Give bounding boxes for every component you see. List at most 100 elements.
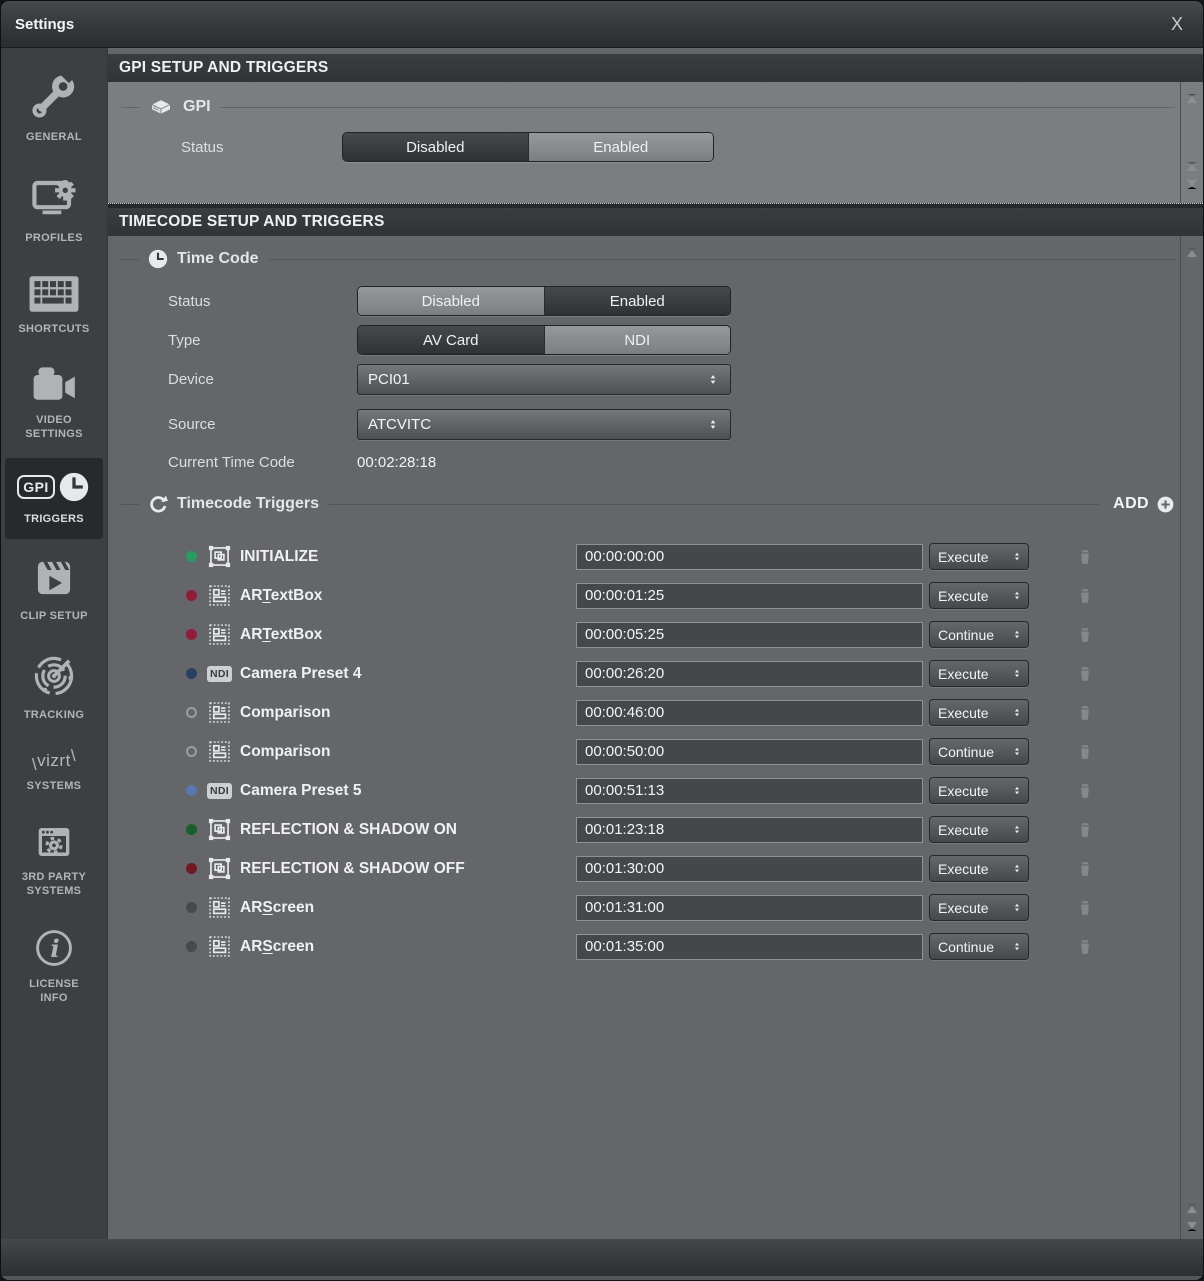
trigger-action-select[interactable]: Execute bbox=[929, 582, 1029, 609]
sidebar-item-shortcuts[interactable]: SHORTCUTS bbox=[5, 262, 103, 349]
main-content: GPI SETUP AND TRIGGERS GPI Status Disabl… bbox=[108, 48, 1203, 1239]
close-button[interactable]: X bbox=[1165, 13, 1189, 35]
trash-icon[interactable] bbox=[1076, 898, 1094, 918]
trigger-row: ARTextBox Continue bbox=[108, 615, 1203, 654]
trigger-timecode-input[interactable] bbox=[576, 739, 923, 765]
trigger-type-icon bbox=[206, 738, 233, 765]
trigger-timecode-input[interactable] bbox=[576, 661, 923, 687]
trigger-name: Camera Preset 5 bbox=[240, 782, 576, 800]
wrench-icon bbox=[28, 70, 80, 122]
trigger-action-select[interactable]: Continue bbox=[929, 738, 1029, 765]
gpi-status-enabled-button[interactable]: Enabled bbox=[528, 133, 714, 161]
trigger-timecode-input[interactable] bbox=[576, 934, 923, 960]
trigger-type-icon bbox=[206, 816, 233, 843]
trigger-row: ARScreen Execute bbox=[108, 888, 1203, 927]
trash-icon[interactable] bbox=[1076, 586, 1094, 606]
spinner-arrows-icon bbox=[1011, 744, 1023, 759]
timecode-section-title: Time Code bbox=[177, 250, 259, 268]
trigger-action-select[interactable]: Execute bbox=[929, 816, 1029, 843]
trigger-timecode-input[interactable] bbox=[576, 700, 923, 726]
trash-icon[interactable] bbox=[1076, 781, 1094, 801]
sidebar-item-clip-setup[interactable]: CLIP SETUP bbox=[5, 543, 103, 636]
timecode-panel-header: TIMECODE SETUP AND TRIGGERS bbox=[108, 208, 1203, 236]
trash-icon[interactable] bbox=[1076, 937, 1094, 957]
info-icon: i bbox=[33, 927, 75, 969]
scroll-down-icon[interactable] bbox=[1187, 180, 1197, 189]
gpi-panel-header: GPI SETUP AND TRIGGERS bbox=[108, 54, 1203, 82]
trash-icon[interactable] bbox=[1076, 664, 1094, 684]
transform-icon bbox=[206, 855, 233, 882]
scroll-up-icon[interactable] bbox=[1187, 94, 1197, 103]
gpi-status-disabled-button[interactable]: Disabled bbox=[343, 133, 528, 161]
trigger-status-dot bbox=[186, 668, 197, 679]
trash-icon[interactable] bbox=[1076, 742, 1094, 762]
sidebar-item-gpi-triggers[interactable]: GPI TRIGGERS bbox=[5, 458, 103, 539]
trigger-name: ARTextBox bbox=[240, 587, 576, 605]
trigger-timecode-input[interactable] bbox=[576, 817, 923, 843]
svg-text:i: i bbox=[50, 934, 59, 963]
keyboard-icon bbox=[26, 274, 82, 314]
scroll-up-icon[interactable] bbox=[1187, 1204, 1197, 1213]
spinner-arrows-icon bbox=[1011, 627, 1023, 642]
gpi-device-icon bbox=[147, 95, 175, 119]
trash-icon[interactable] bbox=[1076, 625, 1094, 645]
transform-icon bbox=[206, 543, 233, 570]
trigger-action-select[interactable]: Execute bbox=[929, 660, 1029, 687]
spinner-arrows-icon bbox=[1011, 549, 1023, 564]
tc-status-enabled-button[interactable]: Enabled bbox=[544, 287, 731, 315]
tc-type-toggle: AV Card NDI bbox=[357, 325, 731, 355]
spinner-arrows-icon bbox=[1011, 588, 1023, 603]
sidebar-item-3rd-party-systems[interactable]: 3RD PARTY SYSTEMS bbox=[5, 810, 103, 911]
trigger-timecode-input[interactable] bbox=[576, 622, 923, 648]
trigger-action-select[interactable]: Execute bbox=[929, 894, 1029, 921]
trigger-timecode-input[interactable] bbox=[576, 895, 923, 921]
trigger-type-icon bbox=[206, 699, 233, 726]
trigger-type-icon: NDI bbox=[206, 777, 233, 804]
sidebar-item-tracking[interactable]: TRACKING bbox=[5, 640, 103, 735]
trigger-timecode-input[interactable] bbox=[576, 583, 923, 609]
device-select[interactable]: PCI01 bbox=[357, 364, 731, 395]
trigger-action-select[interactable]: Execute bbox=[929, 855, 1029, 882]
sidebar-item-systems[interactable]: \vizrt\ SYSTEMS bbox=[5, 739, 103, 806]
trash-icon[interactable] bbox=[1076, 547, 1094, 567]
trigger-action-select[interactable]: Execute bbox=[929, 777, 1029, 804]
trash-icon[interactable] bbox=[1076, 703, 1094, 723]
gpi-section-title-row: GPI bbox=[121, 94, 1175, 120]
sidebar-item-general[interactable]: GENERAL bbox=[5, 58, 103, 157]
trash-icon[interactable] bbox=[1076, 859, 1094, 879]
trigger-type-icon bbox=[206, 855, 233, 882]
trigger-status-dot bbox=[186, 863, 197, 874]
transform-icon bbox=[206, 816, 233, 843]
video-camera-icon bbox=[29, 365, 79, 405]
trigger-timecode-input[interactable] bbox=[576, 778, 923, 804]
scroll-up-icon[interactable] bbox=[1187, 248, 1197, 257]
gpi-status-toggle: Disabled Enabled bbox=[342, 132, 714, 162]
tc-type-avcard-button[interactable]: AV Card bbox=[358, 326, 544, 354]
trigger-action-select[interactable]: Continue bbox=[929, 621, 1029, 648]
source-select[interactable]: ATCVITC bbox=[357, 409, 731, 440]
trigger-action-select[interactable]: Continue bbox=[929, 933, 1029, 960]
trash-icon[interactable] bbox=[1076, 820, 1094, 840]
trigger-type-icon bbox=[206, 543, 233, 570]
trigger-timecode-input[interactable] bbox=[576, 856, 923, 882]
sidebar-item-license-info[interactable]: i LICENSE INFO bbox=[5, 915, 103, 1018]
scroll-down-icon[interactable] bbox=[1187, 1222, 1197, 1231]
add-trigger-button[interactable]: ADD bbox=[1113, 495, 1175, 514]
trigger-type-icon bbox=[206, 582, 233, 609]
trigger-action-select[interactable]: Execute bbox=[929, 699, 1029, 726]
trigger-name: Comparison bbox=[240, 704, 576, 722]
tc-type-ndi-button[interactable]: NDI bbox=[544, 326, 731, 354]
scroll-up-icon[interactable] bbox=[1187, 162, 1197, 171]
plus-circle-icon bbox=[1156, 495, 1175, 514]
template-icon bbox=[206, 738, 233, 765]
sidebar-item-profiles[interactable]: PROFILES bbox=[5, 161, 103, 258]
trigger-action-select[interactable]: Execute bbox=[929, 543, 1029, 570]
trigger-row: INITIALIZE Execute bbox=[108, 537, 1203, 576]
tc-status-row: Status Disabled Enabled bbox=[108, 286, 1203, 316]
tc-status-disabled-button[interactable]: Disabled bbox=[358, 287, 544, 315]
sidebar-item-video-settings[interactable]: VIDEO SETTINGS bbox=[5, 353, 103, 454]
trigger-timecode-input[interactable] bbox=[576, 544, 923, 570]
window-title: Settings bbox=[15, 16, 74, 33]
template-icon bbox=[206, 621, 233, 648]
refresh-icon bbox=[147, 493, 169, 515]
